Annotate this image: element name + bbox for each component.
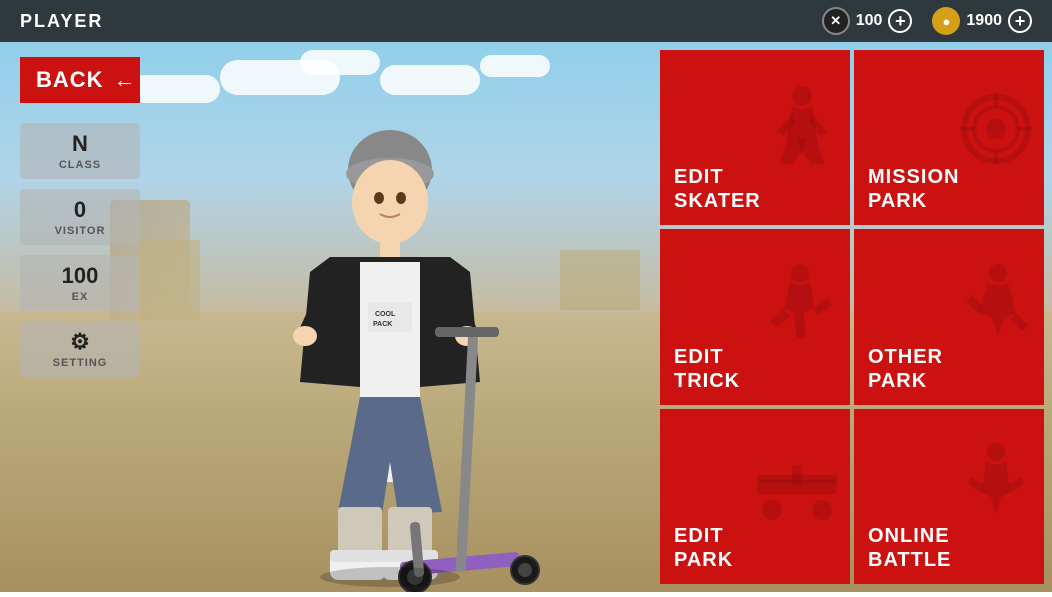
visitor-label: VISITOR: [32, 225, 128, 237]
topbar-right: ✕ 100 + ● 1900 +: [822, 7, 1032, 35]
setting-label: SETTING: [32, 357, 128, 369]
edit-park-button[interactable]: EDIT PARK: [660, 409, 850, 584]
visitor-stat-box: 0 VISITOR: [20, 189, 140, 245]
setting-stat-box[interactable]: ⚙ SETTING: [20, 321, 140, 377]
player-figure: COOL PACK: [230, 102, 550, 592]
online-battle-silhouette: [956, 442, 1036, 550]
edit-trick-silhouette: [762, 263, 842, 371]
player-shadow: [320, 567, 460, 587]
class-label: CLASS: [32, 159, 128, 171]
online-battle-button[interactable]: ONLINE BATTLE: [854, 409, 1044, 584]
edit-skater-label: EDIT SKATER: [674, 165, 761, 213]
other-park-label: OTHER PARK: [868, 345, 943, 393]
mission-park-label: MISSION PARK: [868, 165, 959, 213]
svg-text:PACK: PACK: [373, 321, 392, 328]
ex-value: 100: [32, 263, 128, 289]
edit-park-silhouette: [752, 454, 842, 538]
x-currency-icon: ✕: [822, 7, 850, 35]
class-stat-box: N CLASS: [20, 123, 140, 179]
edit-skater-silhouette: [762, 84, 842, 192]
mission-park-silhouette: [956, 89, 1036, 187]
other-park-button[interactable]: OTHER PARK: [854, 229, 1044, 404]
edit-skater-button[interactable]: EDIT SKATER: [660, 50, 850, 225]
x-currency-value: 100: [856, 12, 883, 30]
edit-trick-label: EDIT TRICK: [674, 345, 740, 393]
x-currency-group: ✕ 100 +: [822, 7, 913, 35]
right-menu: EDIT SKATER MISSION PARK: [652, 42, 1052, 592]
back-button[interactable]: BACK ←: [20, 57, 140, 103]
online-battle-label: ONLINE BATTLE: [868, 524, 951, 572]
svg-text:COOL: COOL: [375, 311, 396, 318]
ex-label: EX: [32, 291, 128, 303]
coin-currency-group: ● 1900 +: [932, 7, 1032, 35]
visitor-value: 0: [32, 197, 128, 223]
add-x-button[interactable]: +: [888, 9, 912, 33]
coin-currency-value: 1900: [966, 12, 1002, 30]
mission-park-button[interactable]: MISSION PARK: [854, 50, 1044, 225]
coin-currency-icon: ●: [932, 7, 960, 35]
edit-park-label: EDIT PARK: [674, 524, 733, 572]
back-arrow-icon: ←: [114, 67, 137, 93]
back-label: BACK: [36, 67, 104, 93]
add-coin-button[interactable]: +: [1008, 9, 1032, 33]
edit-trick-button[interactable]: EDIT TRICK: [660, 229, 850, 404]
other-park-silhouette: [956, 263, 1036, 371]
topbar: PLAYER ✕ 100 + ● 1900 +: [0, 0, 1052, 42]
player-area: COOL PACK: [150, 42, 630, 592]
ex-stat-box: 100 EX: [20, 255, 140, 311]
page-title: PLAYER: [20, 11, 103, 32]
player-svg: COOL PACK: [230, 102, 550, 592]
class-value: N: [32, 131, 128, 157]
setting-icon: ⚙: [32, 329, 128, 355]
left-panel: BACK ← N CLASS 0 VISITOR 100 EX ⚙ SETTIN…: [0, 42, 160, 592]
